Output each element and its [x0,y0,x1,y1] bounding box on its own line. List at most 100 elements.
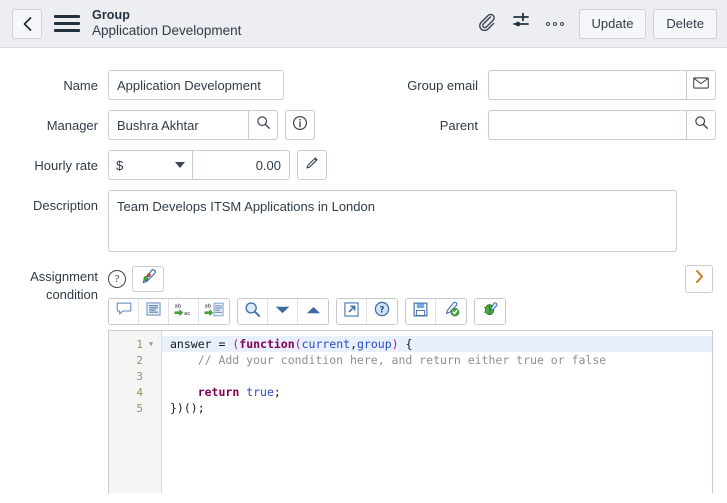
form-row-assignment-condition: Assignment condition ? ab ac ab ? 1 ▼ 2 … [0,265,727,493]
find-button[interactable] [238,299,268,324]
svg-text:ab: ab [204,303,211,309]
search-icon [244,301,261,323]
field-name: Name [0,70,376,100]
more-options-icon [545,21,564,26]
assignment-condition-body: ? ab ac ab ? 1 ▼ 2 3 4 5 answer = (funct… [108,265,727,493]
parent-lookup-button[interactable] [686,110,716,140]
hamburger-menu-icon[interactable] [54,14,80,34]
currency-value: $ [116,157,124,173]
editor-code-line[interactable] [162,368,712,384]
editor-line-number: 1 ▼ [109,336,161,352]
description-label: Description [32,198,98,213]
debug-bug-icon [482,301,499,323]
toolbar-group-edit: ab ac ab [108,298,230,325]
sliders-icon [511,11,531,36]
hourly-rate-edit-button[interactable] [297,150,327,180]
chevron-left-icon [22,16,33,32]
editor-code-line[interactable]: answer = (function(current,group) { [162,336,712,352]
group-email-label: Group email [407,78,478,93]
back-button[interactable] [12,8,42,39]
editor-line-number: 4 [136,385,143,399]
currency-select[interactable]: $ [108,150,192,180]
expand-editor-button[interactable] [685,265,713,293]
form-row-description: Description Team Develops ITSM Applicati… [0,190,727,252]
manager-lookup-button[interactable] [248,110,278,140]
record-title-block: Group Application Development [92,8,470,39]
parent-label: Parent [439,118,478,133]
svg-text:?: ? [380,304,385,314]
hourly-rate-input[interactable] [192,150,290,180]
editor-code-line[interactable]: // Add your condition here, and return e… [162,352,712,368]
record-header: Group Application Development Update Del… [0,0,727,48]
script-editor-toggle-button[interactable] [132,266,164,292]
save-button[interactable] [406,299,436,324]
find-previous-button[interactable] [298,299,328,324]
group-email-compose-button[interactable] [686,70,716,100]
delete-button[interactable]: Delete [653,8,717,39]
editor-code-line[interactable]: return true; [162,384,712,400]
manager-input[interactable] [108,110,248,140]
pencil-icon [305,155,320,175]
replace-all-button[interactable]: ab [199,299,229,324]
search-icon [256,115,271,135]
editor-code-line[interactable]: })(); [162,400,712,416]
toolbar-group-debug [474,298,506,325]
toolbar-group-find [237,298,329,325]
editor-line-number: 3 [136,369,143,383]
update-button[interactable]: Update [578,8,647,39]
replace-button[interactable]: ab ac [169,299,199,324]
field-parent: Parent [376,110,716,140]
info-circle-icon [292,115,308,136]
chevron-up-icon [305,303,322,321]
assignment-condition-label: Assignment condition [30,269,98,302]
question-mark-icon[interactable]: ? [108,270,126,288]
personalize-form-button[interactable] [504,7,538,41]
replace-all-icon: ab [204,302,224,322]
chevron-down-icon [175,162,185,168]
paperclip-icon [477,12,496,36]
comment-icon [116,302,132,321]
group-email-input[interactable] [488,70,686,100]
editor-help-button[interactable]: ? [367,299,397,324]
toolbar-group-save [405,298,467,325]
script-editor-toolbar: ab ac ab ? [108,298,713,325]
script-editor-icon [140,268,157,290]
parent-input[interactable] [488,110,686,140]
page-title: Application Development [92,23,242,39]
record-type-label: Group [92,8,130,23]
form-row-name-email: Name Group email [0,70,727,100]
replace-icon: ab ac [174,302,193,322]
open-in-new-window-button[interactable] [337,299,367,324]
format-text-icon [146,302,161,321]
syntax-check-button[interactable] [436,299,466,324]
open-external-icon [344,301,359,322]
svg-text:ac: ac [184,310,190,316]
script-code-editor[interactable]: 1 ▼ 2 3 4 5 answer = (function(current,group)… [108,330,713,493]
toolbar-group-open: ? [336,298,398,325]
hourly-rate-label: Hourly rate [34,158,98,173]
editor-line-number: 2 [136,353,143,367]
svg-text:ab: ab [174,303,181,309]
envelope-icon [693,76,709,94]
assignment-condition-controls: ? [108,265,713,293]
find-next-button[interactable] [268,299,298,324]
form-row-hourly-rate: Hourly rate $ [0,150,727,180]
format-text-button[interactable] [139,299,169,324]
attachment-button[interactable] [470,7,504,41]
more-options-button[interactable] [538,7,572,41]
save-icon [413,302,428,322]
description-textarea[interactable]: Team Develops ITSM Applications in Londo… [108,190,677,252]
name-input[interactable] [108,70,284,100]
name-label: Name [63,78,98,93]
field-group-email: Group email [376,70,716,100]
debug-button[interactable] [475,299,505,324]
fold-toggle-icon[interactable]: ▼ [146,340,156,348]
manager-info-button[interactable] [285,110,315,140]
group-form: Name Group email [0,48,727,493]
editor-code-area[interactable]: answer = (function(current,group) { // A… [162,331,712,493]
field-manager: Manager [0,110,376,140]
comment-button[interactable] [109,299,139,324]
chevron-down-icon [274,303,291,321]
help-circle-icon: ? [374,301,390,322]
editor-gutter: 1 ▼ 2 3 4 5 [109,331,162,493]
